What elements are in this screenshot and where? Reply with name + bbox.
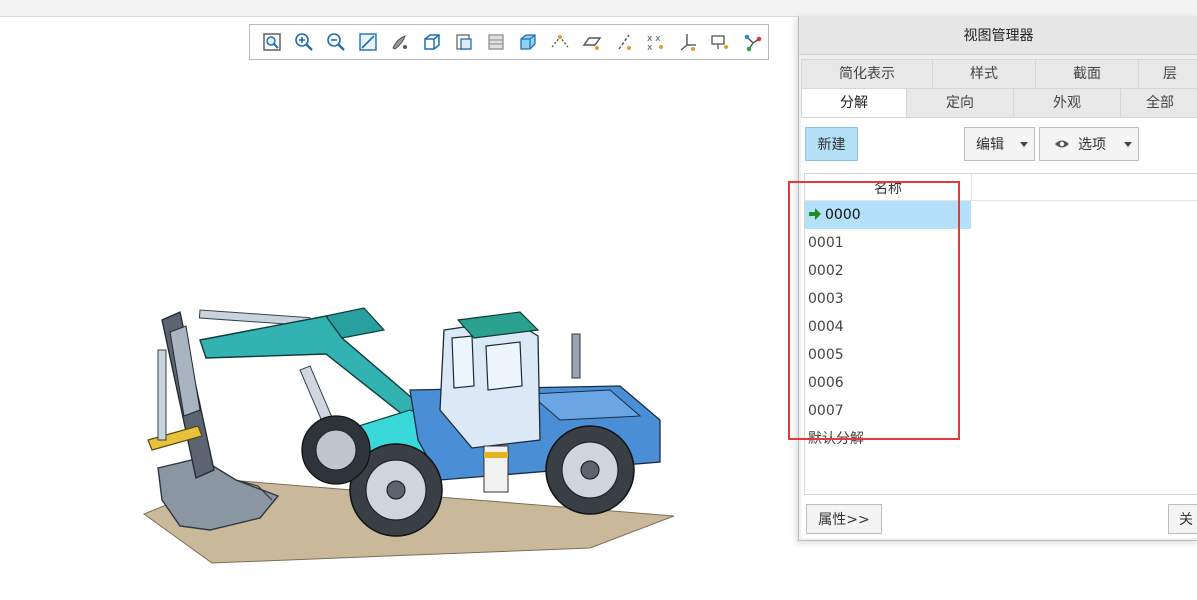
tab-style[interactable]: 样式	[932, 59, 1036, 88]
new-button[interactable]: 新建	[805, 127, 858, 161]
list-item[interactable]: 0006	[805, 369, 971, 397]
close-button[interactable]: 关	[1168, 504, 1197, 534]
active-arrow-icon	[809, 207, 821, 220]
refit-icon[interactable]	[256, 28, 288, 56]
edit-dropdown[interactable]: 编辑	[964, 127, 1035, 161]
axis-display-icon[interactable]	[608, 28, 640, 56]
chevron-down-icon	[1020, 142, 1028, 147]
plane-display-icon[interactable]	[576, 28, 608, 56]
tab-all[interactable]: 全部	[1120, 88, 1197, 117]
annotation-display-icon[interactable]	[704, 28, 736, 56]
options-dropdown[interactable]: 选项	[1039, 127, 1139, 161]
dialog-title: 视图管理器	[799, 16, 1197, 55]
named-views-icon[interactable]	[448, 28, 480, 56]
list-header: 名称	[805, 174, 1197, 201]
point-display-icon[interactable]: x xx	[640, 28, 672, 56]
properties-button[interactable]: 属性>>	[806, 504, 882, 534]
spin-center-icon[interactable]	[736, 28, 768, 56]
list-item[interactable]: 0004	[805, 313, 971, 341]
tab-orient[interactable]: 定向	[906, 88, 1014, 117]
list-item[interactable]: 0007	[805, 397, 971, 425]
tab-section[interactable]: 截面	[1035, 59, 1139, 88]
list-item[interactable]: 0003	[805, 285, 971, 313]
options-label: 选项	[1078, 137, 1106, 153]
tab-row-1: 简化表示 样式 截面 层	[801, 59, 1197, 88]
tab-appearance[interactable]: 外观	[1013, 88, 1121, 117]
name-column-header[interactable]: 名称	[805, 174, 972, 200]
tab-row-2: 分解 定向 外观 全部	[801, 88, 1197, 117]
tab-simplified-rep[interactable]: 简化表示	[801, 59, 933, 88]
list-item[interactable]: 0000	[805, 201, 971, 229]
svg-text:x: x	[647, 43, 653, 53]
model-excavator-loader[interactable]	[140, 290, 680, 570]
rear-wheel	[545, 425, 635, 515]
tab-explode[interactable]: 分解	[801, 88, 907, 117]
saved-orientations-icon[interactable]	[416, 28, 448, 56]
chevron-down-icon	[1124, 142, 1132, 147]
csys-display-icon[interactable]	[672, 28, 704, 56]
edit-label: 编辑	[976, 137, 1004, 153]
display-style-icon[interactable]	[384, 28, 416, 56]
explode-panel: 新建 编辑 选项 名称 0000 0001 0002 0003 0004 000…	[801, 117, 1197, 538]
zoom-out-icon[interactable]	[320, 28, 352, 56]
list-item[interactable]: 默认分解	[805, 425, 971, 453]
list-item[interactable]: 0002	[805, 257, 971, 285]
layers-icon[interactable]	[480, 28, 512, 56]
tab-layer[interactable]: 层	[1138, 59, 1197, 88]
list-item[interactable]: 0005	[805, 341, 971, 369]
datum-display-icon[interactable]	[544, 28, 576, 56]
repaint-icon[interactable]	[352, 28, 384, 56]
zoom-in-icon[interactable]	[288, 28, 320, 56]
view-manager-dialog: 视图管理器 简化表示 样式 截面 层 分解 定向 外观 全部 新建 编辑 选项 …	[798, 16, 1197, 541]
top-strip	[0, 0, 1197, 17]
list-item[interactable]: 0001	[805, 229, 971, 257]
explode-states-list[interactable]: 名称 0000 0001 0002 0003 0004 0005 0006 00…	[804, 173, 1197, 495]
view-manager-icon[interactable]	[512, 28, 544, 56]
eye-icon	[1055, 140, 1069, 148]
graphics-toolbar: x xx	[249, 24, 769, 60]
